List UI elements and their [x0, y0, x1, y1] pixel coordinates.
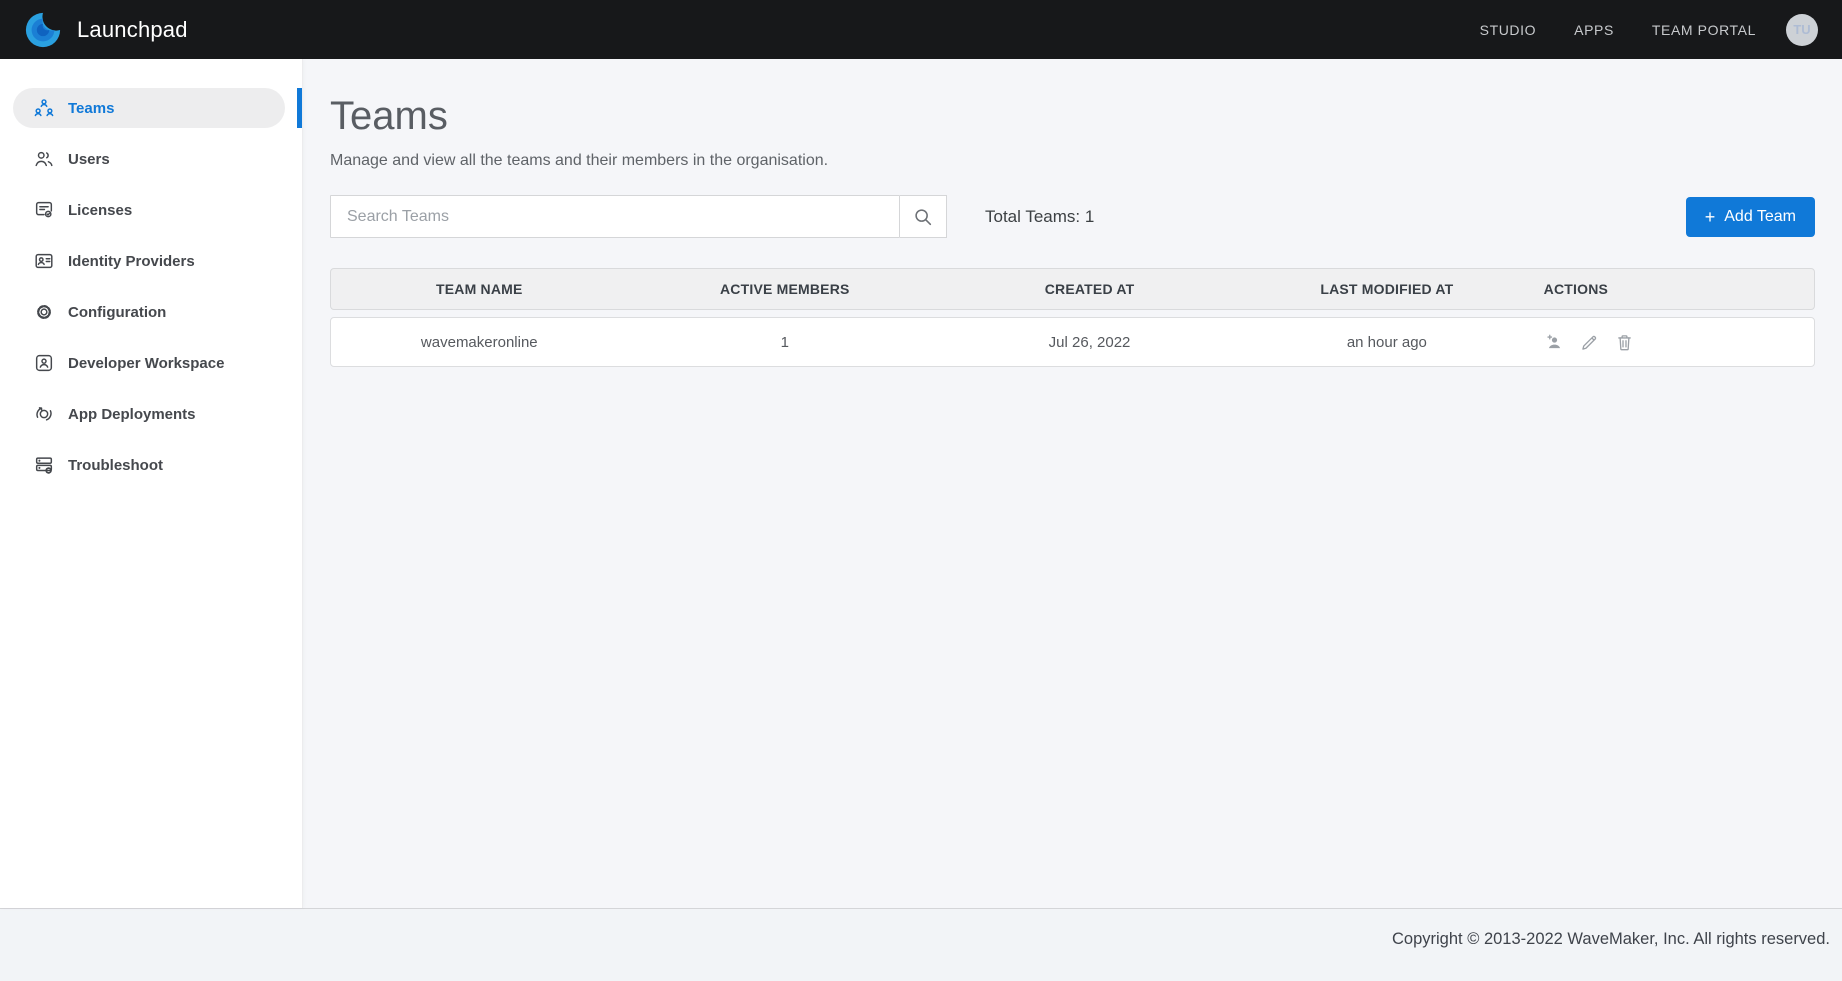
topbar: Launchpad STUDIO APPS TEAM PORTAL TU	[0, 0, 1842, 59]
sidebar-item-developer-workspace[interactable]: Developer Workspace	[0, 343, 302, 383]
sidebar-item-label: Identity Providers	[68, 253, 195, 270]
sidebar-item-label: Teams	[68, 100, 114, 117]
sidebar-item-identity-providers[interactable]: Identity Providers	[0, 241, 302, 281]
nav-apps[interactable]: APPS	[1574, 22, 1614, 38]
sidebar-item-label: Licenses	[68, 202, 132, 219]
page-title: Teams	[330, 94, 1815, 139]
nav-studio[interactable]: STUDIO	[1480, 22, 1537, 38]
troubleshoot-icon	[33, 454, 55, 476]
add-team-button-label: Add Team	[1724, 208, 1796, 226]
active-item-bar	[297, 88, 302, 128]
column-header-active-members: ACTIVE MEMBERS	[628, 281, 942, 297]
add-team-button[interactable]: + Add Team	[1686, 197, 1815, 237]
app-deployments-icon	[33, 403, 55, 425]
teams-icon	[33, 97, 55, 119]
search-input[interactable]	[330, 195, 900, 238]
column-header-actions: ACTIONS	[1537, 281, 1814, 297]
top-navigation: STUDIO APPS TEAM PORTAL TU	[1480, 14, 1818, 46]
nav-team-portal[interactable]: TEAM PORTAL	[1652, 22, 1756, 38]
sidebar: Teams Users Licenses	[0, 59, 303, 908]
total-teams-label: Total Teams: 1	[985, 207, 1094, 227]
delete-team-button[interactable]	[1614, 332, 1635, 353]
developer-workspace-icon	[33, 352, 55, 374]
table-row: wavemakeronline 1 Jul 26, 2022 an hour a…	[330, 317, 1815, 367]
sidebar-item-licenses[interactable]: Licenses	[0, 190, 302, 230]
delete-icon	[1614, 332, 1635, 353]
sidebar-item-app-deployments[interactable]: App Deployments	[0, 394, 302, 434]
identity-providers-icon	[33, 250, 55, 272]
column-header-last-modified-at: LAST MODIFIED AT	[1237, 281, 1537, 297]
created-at-cell: Jul 26, 2022	[942, 334, 1237, 351]
search-icon	[912, 206, 934, 228]
table-header: TEAM NAME ACTIVE MEMBERS CREATED AT LAST…	[330, 268, 1815, 310]
search-button[interactable]	[900, 195, 947, 238]
sidebar-item-label: Configuration	[68, 304, 166, 321]
plus-icon: +	[1705, 208, 1716, 226]
edit-team-button[interactable]	[1579, 332, 1600, 353]
app-title: Launchpad	[77, 17, 188, 43]
licenses-icon	[33, 199, 55, 221]
copyright-text: Copyright © 2013-2022 WaveMaker, Inc. Al…	[1392, 930, 1830, 949]
users-icon	[33, 148, 55, 170]
avatar[interactable]: TU	[1786, 14, 1818, 46]
last-modified-at-cell: an hour ago	[1237, 334, 1537, 351]
wavemaker-logo-icon	[24, 11, 62, 49]
column-header-created-at: CREATED AT	[942, 281, 1237, 297]
actions-cell	[1537, 332, 1814, 353]
search-group	[330, 195, 947, 238]
page-subtitle: Manage and view all the teams and their …	[330, 152, 1815, 170]
footer: Copyright © 2013-2022 WaveMaker, Inc. Al…	[0, 908, 1842, 981]
sidebar-item-configuration[interactable]: Configuration	[0, 292, 302, 332]
active-members-cell: 1	[628, 334, 942, 351]
sidebar-item-label: Users	[68, 151, 110, 168]
main-content: Teams Manage and view all the teams and …	[303, 59, 1842, 908]
controls-row: Total Teams: 1 + Add Team	[330, 195, 1815, 238]
sidebar-item-label: Troubleshoot	[68, 457, 163, 474]
sidebar-item-teams[interactable]: Teams	[0, 88, 302, 128]
sidebar-item-label: Developer Workspace	[68, 355, 224, 372]
sidebar-item-users[interactable]: Users	[0, 139, 302, 179]
add-member-button[interactable]	[1544, 332, 1565, 353]
configuration-icon	[33, 301, 55, 323]
sidebar-item-label: App Deployments	[68, 406, 196, 423]
column-header-team-name: TEAM NAME	[331, 281, 628, 297]
team-name-cell: wavemakeronline	[331, 334, 628, 351]
brand[interactable]: Launchpad	[24, 11, 188, 49]
sidebar-item-troubleshoot[interactable]: Troubleshoot	[0, 445, 302, 485]
edit-icon	[1579, 332, 1600, 353]
teams-table: TEAM NAME ACTIVE MEMBERS CREATED AT LAST…	[330, 268, 1815, 367]
add-member-icon	[1544, 332, 1565, 353]
